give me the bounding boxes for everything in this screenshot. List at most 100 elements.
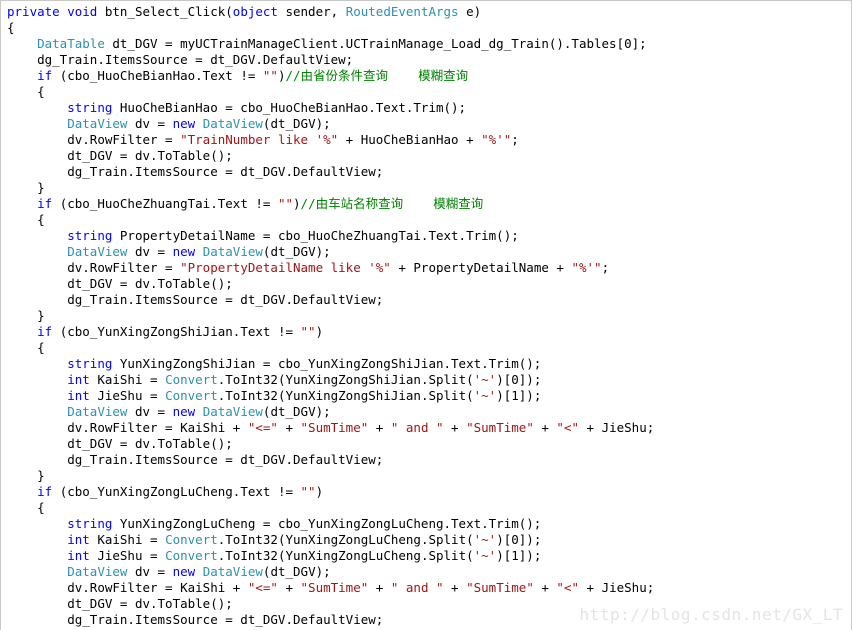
code-token-plain: YunXingZongShiJian = cbo_YunXingZongShiJ…: [112, 356, 542, 371]
code-line[interactable]: int KaiShi = Convert.ToInt32(YunXingZong…: [1, 532, 851, 548]
code-editor-pane[interactable]: private void btn_Select_Click(object sen…: [0, 0, 852, 630]
code-token-str: "": [277, 196, 294, 211]
code-token-plain: )[1]);: [496, 548, 542, 563]
code-line[interactable]: int KaiShi = Convert.ToInt32(YunXingZong…: [1, 372, 851, 388]
code-line[interactable]: DataView dv = new DataView(dt_DGV);: [1, 404, 851, 420]
code-token-plain: .ToInt32(YunXingZongLuCheng.Split(: [217, 532, 474, 547]
code-token-kw: new: [172, 244, 196, 259]
code-line[interactable]: string YunXingZongShiJian = cbo_YunXingZ…: [1, 356, 851, 372]
code-token-plain: dv =: [127, 116, 173, 131]
code-line[interactable]: private void btn_Select_Click(object sen…: [1, 4, 851, 20]
code-line[interactable]: if (cbo_HuoCheZhuangTai.Text != "")//由车站…: [1, 196, 851, 212]
code-listing[interactable]: private void btn_Select_Click(object sen…: [1, 4, 851, 628]
code-token-cmt: //由车站名称查询 模糊查询: [300, 196, 484, 211]
code-line[interactable]: if (cbo_YunXingZongShiJian.Text != ""): [1, 324, 851, 340]
code-token-kw: if: [37, 324, 53, 339]
code-token-type: RoutedEventArgs: [345, 4, 459, 19]
code-token-kw: int: [67, 548, 90, 563]
code-token-kw: new: [172, 404, 196, 419]
code-token-plain: .ToInt32(YunXingZongShiJian.Split(: [217, 372, 474, 387]
code-token-plain: e): [458, 4, 482, 19]
code-token-plain: JieShu =: [89, 548, 166, 563]
code-token-str: " and ": [390, 580, 444, 595]
code-line[interactable]: dt_DGV = dv.ToTable();: [1, 436, 851, 452]
code-line[interactable]: string PropertyDetailName = cbo_HuoCheZh…: [1, 228, 851, 244]
code-token-plain: dg_Train.ItemsSource = dt_DGV.DefaultVie…: [67, 612, 384, 627]
code-token-plain: dv.RowFilter = KaiShi +: [67, 420, 248, 435]
code-line[interactable]: DataView dv = new DataView(dt_DGV);: [1, 244, 851, 260]
code-token-plain: (dt_DGV);: [262, 404, 331, 419]
code-token-cmt: //由省份条件查询 模糊查询: [285, 68, 469, 83]
code-line[interactable]: {: [1, 212, 851, 228]
code-line[interactable]: {: [1, 20, 851, 36]
code-line[interactable]: }: [1, 180, 851, 196]
code-line[interactable]: if (cbo_HuoCheBianHao.Text != "")//由省份条件…: [1, 68, 851, 84]
code-line[interactable]: dg_Train.ItemsSource = dt_DGV.DefaultVie…: [1, 452, 851, 468]
code-token-plain: {: [37, 500, 45, 515]
code-line[interactable]: string HuoCheBianHao = cbo_HuoCheBianHao…: [1, 100, 851, 116]
code-token-str: '~': [473, 532, 497, 547]
code-line[interactable]: {: [1, 500, 851, 516]
code-token-plain: dv.RowFilter =: [67, 132, 181, 147]
code-token-str: '~': [473, 548, 497, 563]
code-token-kw: if: [37, 68, 53, 83]
code-token-kw: if: [37, 484, 53, 499]
code-line[interactable]: int JieShu = Convert.ToInt32(YunXingZong…: [1, 548, 851, 564]
code-line[interactable]: DataTable dt_DGV = myUCTrainManageClient…: [1, 36, 851, 52]
code-token-plain: ): [293, 196, 301, 211]
code-line[interactable]: }: [1, 308, 851, 324]
code-line[interactable]: DataView dv = new DataView(dt_DGV);: [1, 564, 851, 580]
code-line[interactable]: {: [1, 84, 851, 100]
code-line[interactable]: int JieShu = Convert.ToInt32(YunXingZong…: [1, 388, 851, 404]
code-line[interactable]: dv.RowFilter = KaiShi + "<=" + "SumTime"…: [1, 580, 851, 596]
code-line[interactable]: {: [1, 340, 851, 356]
code-line[interactable]: dt_DGV = dv.ToTable();: [1, 276, 851, 292]
code-line[interactable]: DataView dv = new DataView(dt_DGV);: [1, 116, 851, 132]
code-line[interactable]: dt_DGV = dv.ToTable();: [1, 148, 851, 164]
code-token-type: DataView: [67, 244, 128, 259]
code-line[interactable]: dg_Train.ItemsSource = dt_DGV.DefaultVie…: [1, 52, 851, 68]
code-token-str: "": [300, 324, 316, 339]
code-line[interactable]: dg_Train.ItemsSource = dt_DGV.DefaultVie…: [1, 292, 851, 308]
code-line[interactable]: dg_Train.ItemsSource = dt_DGV.DefaultVie…: [1, 164, 851, 180]
code-line[interactable]: dv.RowFilter = "TrainNumber like '%" + H…: [1, 132, 851, 148]
code-line[interactable]: }: [1, 468, 851, 484]
code-token-plain: )[0]);: [496, 532, 542, 547]
code-token-plain: dt_DGV = dv.ToTable();: [67, 148, 233, 163]
code-token-plain: dv =: [127, 564, 173, 579]
code-token-str: "": [300, 484, 316, 499]
code-line[interactable]: dv.RowFilter = KaiShi + "<=" + "SumTime"…: [1, 420, 851, 436]
code-token-plain: + JieShu;: [579, 580, 655, 595]
code-token-type: DataView: [67, 116, 128, 131]
code-token-type: DataView: [202, 564, 263, 579]
code-token-kw: string: [67, 228, 113, 243]
code-token-kw: int: [67, 388, 90, 403]
code-line[interactable]: dv.RowFilter = "PropertyDetailName like …: [1, 260, 851, 276]
code-line[interactable]: if (cbo_YunXingZongLuCheng.Text != ""): [1, 484, 851, 500]
code-token-kw: private: [7, 4, 60, 19]
code-token-plain: PropertyDetailName = cbo_HuoCheZhuangTai…: [112, 228, 519, 243]
code-token-str: '~': [473, 388, 497, 403]
code-token-str: '~': [473, 372, 497, 387]
code-token-str: "%'": [481, 132, 512, 147]
code-token-plain: sender,: [277, 4, 346, 19]
code-line[interactable]: string YunXingZongLuCheng = cbo_YunXingZ…: [1, 516, 851, 532]
code-token-plain: + JieShu;: [579, 420, 655, 435]
